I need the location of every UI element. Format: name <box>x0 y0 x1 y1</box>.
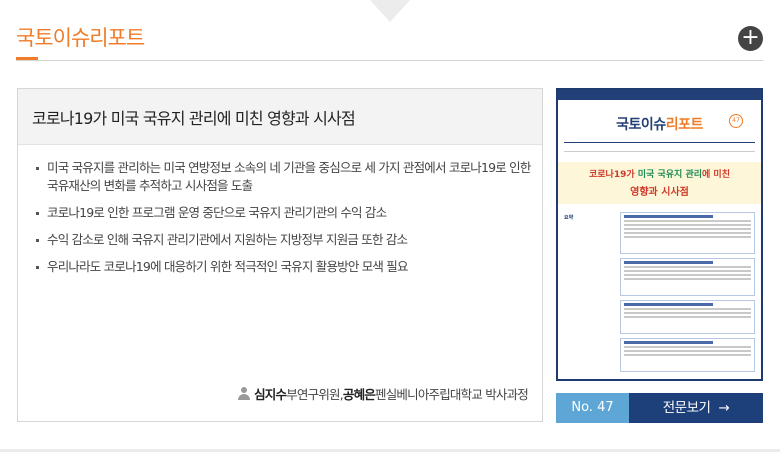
arrow-right-icon: → <box>718 400 730 416</box>
cover-top-band <box>558 90 761 100</box>
author-name: 공혜은 <box>342 387 376 402</box>
cover-text-block <box>620 300 755 334</box>
cover-text-block <box>620 212 755 254</box>
report-summary-card: 코로나19가 미국 국유지 관리에 미친 영향과 시사점 미국 국유지를 관리하… <box>17 88 543 422</box>
cover-text-block <box>620 258 755 296</box>
plus-icon[interactable]: + <box>738 26 763 51</box>
cover-meta-bar <box>564 142 755 152</box>
cover-body: 요약 <box>564 212 755 372</box>
full-view-button[interactable]: 전문보기 → <box>629 393 763 423</box>
cover-issue-mark: 47 <box>729 114 743 128</box>
summary-item: 우리나라도 코로나19에 대응하기 위한 적극적인 국유지 활용방안 모색 필요 <box>36 258 532 276</box>
summary-item: 코로나19로 인한 프로그램 운영 중단으로 국유지 관리기관의 수익 감소 <box>36 204 532 222</box>
report-title[interactable]: 코로나19가 미국 국유지 관리에 미친 영향과 시사점 <box>32 105 542 129</box>
full-view-label: 전문보기 <box>662 400 711 416</box>
summary-item: 수익 감소로 인해 국유지 관리기관에서 지원하는 지방정부 지원금 또한 감소 <box>36 231 532 249</box>
cover-text-block <box>620 338 755 372</box>
author-role: 부연구위원, <box>286 387 343 402</box>
cover-subtitle-strip <box>558 103 761 109</box>
issue-number-badge: No. 47 <box>556 393 629 423</box>
report-cover-thumbnail[interactable]: 국토이슈리포트 47 코로나19가 미국 국유지 관리에 미친 영향과 시사점 … <box>556 88 763 381</box>
cover-side-label: 요약 <box>564 215 574 221</box>
author-line: 심지수 부연구위원, 공혜은 펜실베니아주립대학교 박사과정 <box>238 384 529 403</box>
cover-headline: 코로나19가 미국 국유지 관리에 미친 영향과 시사점 <box>558 162 761 204</box>
header-divider <box>16 60 763 61</box>
summary-list: 미국 국유지를 관리하는 미국 연방정보 소속의 네 기관을 중심으로 세 가지… <box>18 145 542 276</box>
report-title-bar: 코로나19가 미국 국유지 관리에 미친 영향과 시사점 <box>18 89 542 145</box>
top-notch <box>370 0 410 22</box>
person-icon <box>238 387 251 400</box>
author-role: 펜실베니아주립대학교 박사과정 <box>375 387 529 402</box>
author-name: 심지수 <box>254 387 287 402</box>
summary-item: 미국 국유지를 관리하는 미국 연방정보 소속의 네 기관을 중심으로 세 가지… <box>36 159 532 195</box>
section-title: 국토이슈리포트 <box>16 26 145 50</box>
